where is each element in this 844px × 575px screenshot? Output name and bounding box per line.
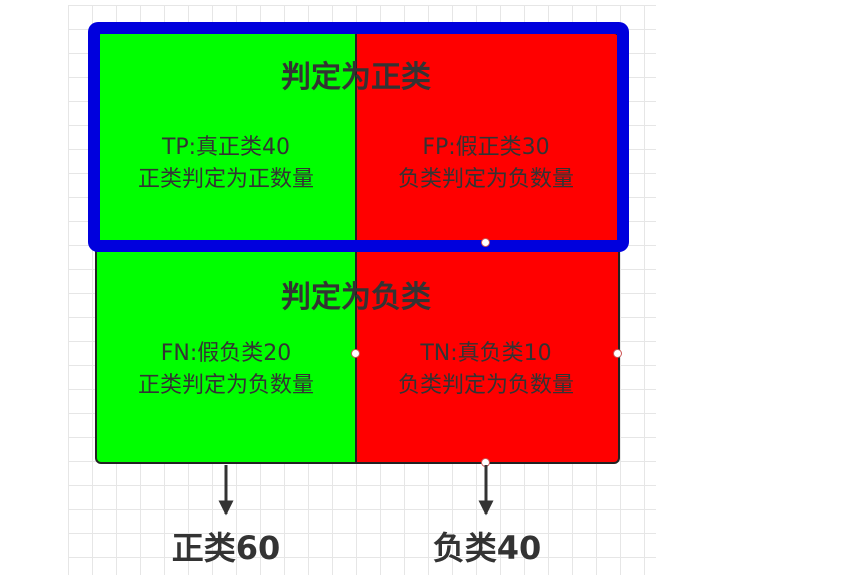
connector-arrows (218, 465, 494, 516)
total-positive: 正类60 (171, 529, 281, 567)
total-negative: 负类40 (432, 529, 542, 567)
